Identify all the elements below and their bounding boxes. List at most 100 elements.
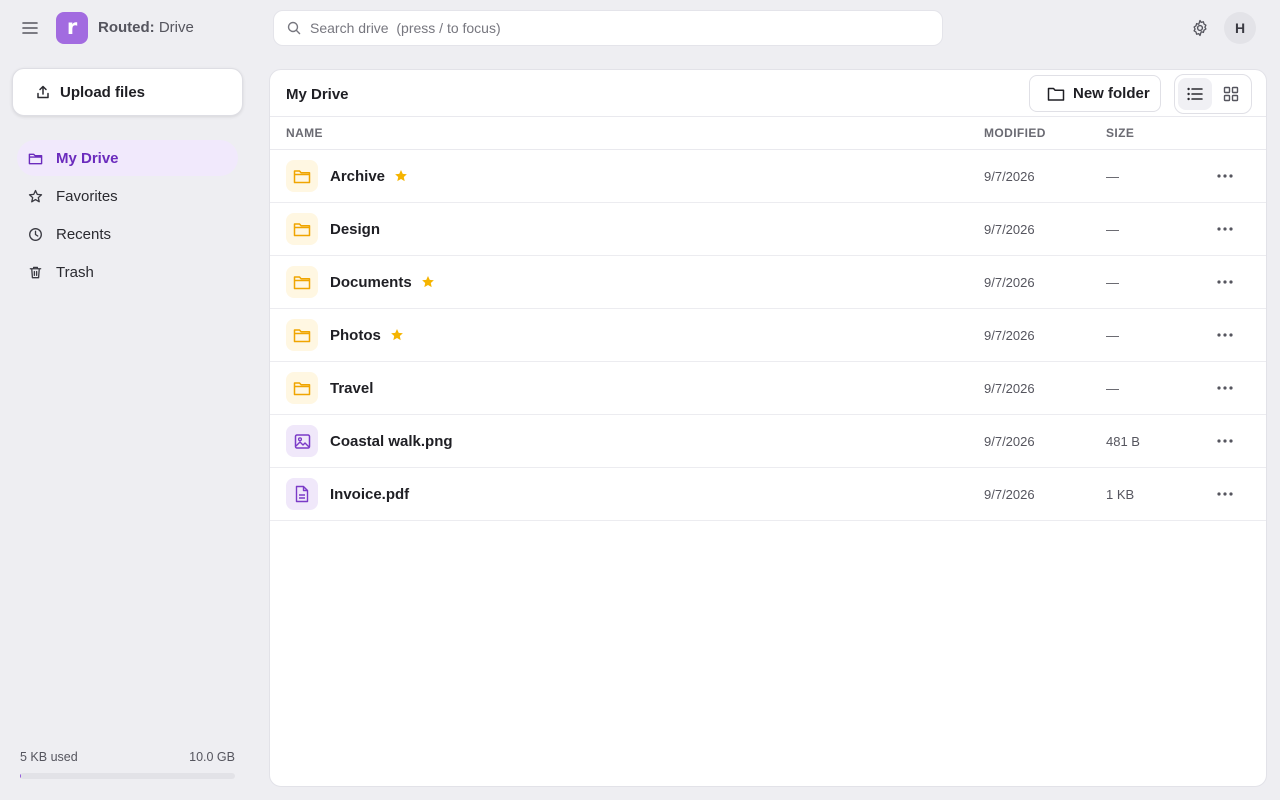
folder-icon: [293, 222, 311, 236]
column-name[interactable]: NAME: [286, 126, 323, 140]
file-type-badge: [286, 213, 318, 245]
storage-bar: [20, 773, 235, 779]
more-icon: [1217, 386, 1233, 390]
view-toggle: [1174, 74, 1252, 114]
file-name[interactable]: Photos: [330, 327, 404, 344]
search-bar[interactable]: [273, 10, 943, 46]
file-type-badge: [286, 319, 318, 351]
file-panel: My Drive New folder NAME MODIFIED SIZE A…: [269, 69, 1267, 787]
search-input[interactable]: [310, 20, 910, 36]
starred-icon: [395, 170, 407, 182]
column-modified[interactable]: MODIFIED: [984, 126, 1046, 140]
clock-icon: [29, 227, 42, 241]
file-name[interactable]: Archive: [330, 168, 408, 185]
table-row[interactable]: Design 9/7/2026 —: [270, 203, 1266, 256]
file-size: —: [1106, 328, 1119, 343]
more-icon: [1217, 227, 1233, 231]
file-name-text: Photos: [330, 327, 381, 344]
storage-total: 10.0 GB: [189, 750, 235, 764]
file-name-text: Archive: [330, 168, 386, 185]
storage-bar-fill: [20, 773, 22, 779]
file-type-badge: [286, 266, 318, 298]
page-title: My Drive: [286, 86, 349, 103]
more-actions-button[interactable]: [1210, 216, 1240, 242]
more-actions-button[interactable]: [1210, 428, 1240, 454]
file-type-badge: [286, 372, 318, 404]
file-name-text: Design: [330, 221, 381, 238]
sidebar-item-favorites[interactable]: Favorites: [17, 178, 238, 214]
file-modified: 9/7/2026: [984, 222, 1035, 237]
file-list: Archive 9/7/2026— Design 9/7/2026— Documents…: [270, 150, 1266, 521]
file-name[interactable]: Documents: [330, 274, 435, 291]
sidebar-item-label: Favorites: [56, 187, 118, 205]
app-title: Routed: Drive: [98, 19, 194, 36]
folder-icon: [28, 153, 43, 164]
file-size: —: [1106, 381, 1119, 396]
table-row[interactable]: Archive 9/7/2026 —: [270, 150, 1266, 203]
panel-header: My Drive New folder: [270, 70, 1266, 117]
upload-files-button[interactable]: Upload files: [12, 68, 243, 116]
more-actions-button[interactable]: [1210, 375, 1240, 401]
file-modified: 9/7/2026: [984, 381, 1035, 396]
table-row[interactable]: Documents 9/7/2026 —: [270, 256, 1266, 309]
sidebar-item-trash[interactable]: Trash: [17, 254, 238, 290]
file-type-badge: [286, 478, 318, 510]
file-name-text: Coastal walk.png: [330, 433, 453, 450]
new-folder-button[interactable]: New folder: [1029, 75, 1161, 112]
more-actions-button[interactable]: [1210, 481, 1240, 507]
file-name[interactable]: Travel: [330, 380, 373, 397]
gear-icon[interactable]: [1186, 14, 1214, 42]
sidebar-item-label: My Drive: [56, 149, 119, 167]
file-size: —: [1106, 169, 1119, 184]
file-modified: 9/7/2026: [984, 434, 1035, 449]
table-header: NAME MODIFIED SIZE: [270, 117, 1266, 150]
upload-files-label: Upload files: [60, 83, 146, 101]
sidebar-item-label: Trash: [56, 263, 94, 281]
star-icon: [28, 189, 43, 202]
starred-icon: [390, 329, 403, 341]
list-view-button[interactable]: [1178, 78, 1212, 110]
column-size[interactable]: SIZE: [1106, 126, 1134, 140]
storage-meter: 5 KB used 10.0 GB: [20, 750, 235, 779]
more-actions-button[interactable]: [1210, 269, 1240, 295]
menu-icon[interactable]: [16, 14, 44, 42]
more-actions-button[interactable]: [1210, 163, 1240, 189]
avatar[interactable]: H: [1224, 12, 1256, 44]
app-logo[interactable]: r: [56, 12, 88, 44]
more-icon: [1217, 492, 1233, 496]
more-actions-button[interactable]: [1210, 322, 1240, 348]
document-icon: [295, 485, 309, 503]
table-row[interactable]: Coastal walk.png 9/7/2026 481 B: [270, 415, 1266, 468]
table-row[interactable]: Travel 9/7/2026 —: [270, 362, 1266, 415]
sidebar-item-my-drive[interactable]: My Drive: [17, 140, 238, 176]
sidebar-item-recents[interactable]: Recents: [17, 216, 238, 252]
grid-icon: [1223, 86, 1239, 102]
storage-used: 5 KB used: [20, 750, 78, 764]
file-name[interactable]: Invoice.pdf: [330, 486, 409, 503]
file-name[interactable]: Coastal walk.png: [330, 433, 453, 450]
more-icon: [1217, 174, 1233, 178]
folder-icon: [293, 169, 311, 183]
file-type-badge: [286, 425, 318, 457]
file-modified: 9/7/2026: [984, 275, 1035, 290]
app-title-rest: Drive: [154, 19, 194, 36]
app-title-bold: Routed:: [98, 19, 155, 36]
file-size: —: [1106, 275, 1119, 290]
more-icon: [1217, 280, 1233, 284]
trash-icon: [29, 266, 42, 278]
list-icon: [1187, 87, 1203, 101]
top-bar: r Routed: Drive H: [0, 0, 1280, 56]
folder-icon: [293, 328, 311, 342]
folder-icon: [1047, 87, 1065, 101]
logo-letter: r: [66, 14, 78, 39]
upload-icon: [37, 85, 49, 99]
image-icon: [294, 433, 310, 449]
table-row[interactable]: Photos 9/7/2026 —: [270, 309, 1266, 362]
file-size: —: [1106, 222, 1119, 237]
file-modified: 9/7/2026: [984, 487, 1035, 502]
file-type-badge: [286, 160, 318, 192]
starred-icon: [421, 276, 434, 288]
file-name[interactable]: Design: [330, 221, 380, 238]
grid-view-button[interactable]: [1214, 78, 1248, 110]
table-row[interactable]: Invoice.pdf 9/7/2026 1 KB: [270, 468, 1266, 521]
